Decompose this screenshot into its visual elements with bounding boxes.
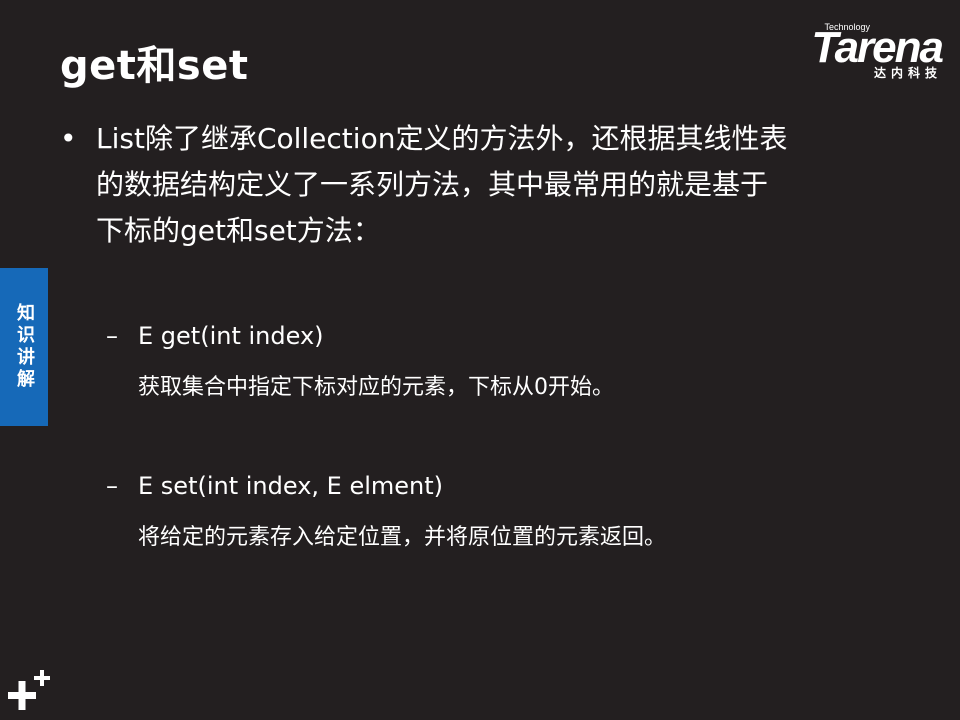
method-signature: E get(int index) xyxy=(138,322,324,350)
bullet-line-3: 下标的get和set方法： xyxy=(96,214,381,247)
bullet-line-2: 的数据结构定义了一系列方法，其中最常用的就是基于 xyxy=(96,168,769,201)
method-description: 获取集合中指定下标对应的元素，下标从0开始。 xyxy=(138,375,614,400)
tarena-logo: Technology Tarena 达内科技 xyxy=(774,22,944,86)
method-get: – E get(int index) xyxy=(60,318,900,354)
plus-plus-icon xyxy=(8,670,50,710)
slide-title: get和set xyxy=(60,43,249,89)
bullet-dot-icon: • xyxy=(60,122,77,155)
main-bullet: • List除了继承Collection定义的方法外，还根据其线性表 的数据结构… xyxy=(60,116,900,254)
method-set: – E set(int index, E elment) xyxy=(60,468,900,504)
slide: get和set Technology Tarena 达内科技 知识讲解 • Li… xyxy=(0,0,960,720)
side-tab: 知识讲解 xyxy=(0,268,48,426)
dash-icon: – xyxy=(106,472,118,500)
side-tab-label: 知识讲解 xyxy=(14,303,35,391)
dash-icon: – xyxy=(106,322,118,350)
slide-content: • List除了继承Collection定义的方法外，还根据其线性表 的数据结构… xyxy=(60,116,900,556)
logo-chinese-name: 达内科技 xyxy=(873,66,942,80)
method-signature: E set(int index, E elment) xyxy=(138,472,444,500)
method-description: 将给定的元素存入给定位置，并将原位置的元素返回。 xyxy=(138,525,667,550)
bullet-line-1: List除了继承Collection定义的方法外，还根据其线性表 xyxy=(96,122,788,155)
